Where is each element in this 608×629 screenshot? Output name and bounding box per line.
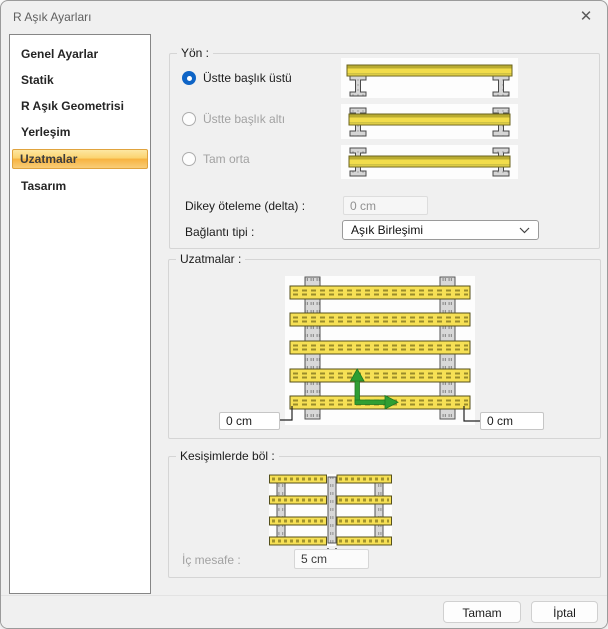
connection-type-value: Aşık Birleşimi xyxy=(351,223,423,237)
extensions-group: Uzatmalar : xyxy=(168,259,601,439)
direction-group-title: Yön : xyxy=(177,46,213,60)
title-bar: R Aşık Ayarları ✕ xyxy=(1,1,607,33)
ok-button[interactable]: Tamam xyxy=(443,601,521,623)
connection-type-label: Bağlantı tipi : xyxy=(185,225,254,239)
left-extension-input[interactable] xyxy=(219,412,280,430)
sidebar-item-r-asik-geometrisi[interactable]: R Aşık Geometrisi xyxy=(12,93,148,119)
split-intersections-diagram xyxy=(269,474,392,558)
extensions-plan-diagram xyxy=(285,276,475,425)
split-group-title: Kesişimlerde böl : xyxy=(176,449,279,463)
radio-selected-icon xyxy=(182,71,196,85)
footer-bar: Tamam İptal xyxy=(1,595,607,628)
beam-top-flange-top-diagram xyxy=(341,58,518,98)
purlin-settings-dialog: R Aşık Ayarları ✕ Genel Ayarlar Statik R… xyxy=(0,0,608,629)
sidebar: Genel Ayarlar Statik R Aşık Geometrisi Y… xyxy=(9,34,151,594)
inner-distance-label: İç mesafe : xyxy=(182,553,241,567)
connection-type-dropdown[interactable]: Aşık Birleşimi xyxy=(342,220,539,240)
window-title: R Aşık Ayarları xyxy=(13,10,91,24)
extensions-group-title: Uzatmalar : xyxy=(176,252,245,266)
sidebar-item-uzatmalar[interactable]: Uzatmalar xyxy=(12,149,148,169)
right-leader-line xyxy=(463,406,481,423)
radio-top-flange-bottom[interactable]: Üstte başlık altı xyxy=(182,111,285,127)
radio-unselected-icon xyxy=(182,112,196,126)
radio-label: Tam orta xyxy=(203,152,250,166)
split-intersections-group: Kesişimlerde böl : İç mesafe : xyxy=(168,456,601,578)
radio-label: Üstte başlık altı xyxy=(203,112,285,126)
radio-unselected-icon xyxy=(182,152,196,166)
sidebar-item-genel-ayarlar[interactable]: Genel Ayarlar xyxy=(12,41,148,67)
right-extension-input[interactable] xyxy=(480,412,544,430)
sidebar-item-tasarim[interactable]: Tasarım xyxy=(12,173,148,199)
radio-label: Üstte başlık üstü xyxy=(203,71,292,85)
close-icon[interactable]: ✕ xyxy=(577,8,595,26)
beam-full-center-diagram xyxy=(341,145,518,179)
beam-top-flange-bottom-diagram xyxy=(341,104,518,139)
radio-top-flange-top[interactable]: Üstte başlık üstü xyxy=(182,70,292,86)
delta-input[interactable] xyxy=(343,196,428,215)
radio-full-center[interactable]: Tam orta xyxy=(182,151,250,167)
chevron-down-icon xyxy=(519,227,530,234)
sidebar-item-statik[interactable]: Statik xyxy=(12,67,148,93)
cancel-button[interactable]: İptal xyxy=(531,601,598,623)
delta-label: Dikey öteleme (delta) : xyxy=(185,199,305,213)
inner-distance-input[interactable] xyxy=(294,549,369,569)
left-leader-line xyxy=(280,406,294,422)
sidebar-item-yerlesim[interactable]: Yerleşim xyxy=(12,119,148,145)
